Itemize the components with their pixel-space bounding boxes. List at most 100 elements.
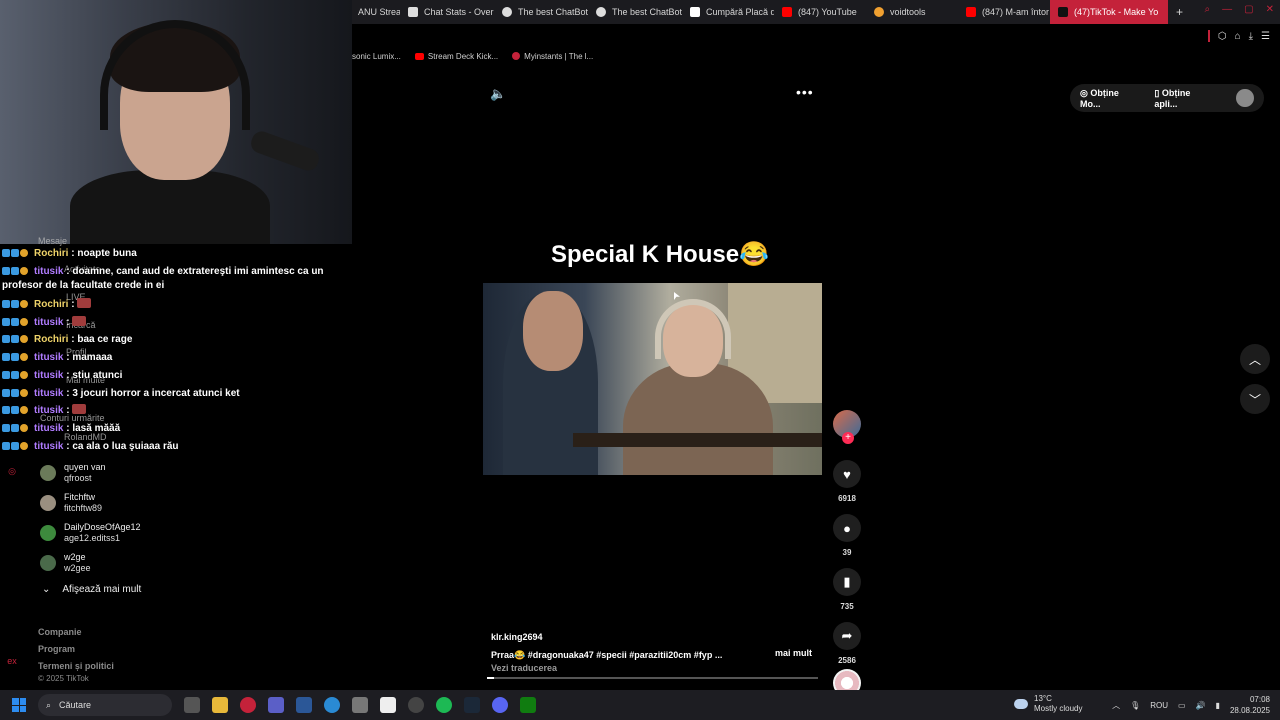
avatar[interactable] bbox=[1236, 89, 1254, 107]
video-description: Prraa😂 #dragonuaka47 #specii #parazitii2… bbox=[491, 650, 723, 660]
chat-badges bbox=[2, 333, 34, 347]
chat-text: : bbox=[71, 299, 75, 310]
obs-icon[interactable] bbox=[408, 697, 424, 713]
search-icon bbox=[874, 7, 884, 17]
youtube-icon bbox=[512, 52, 521, 60]
window-controls: ⌕ — ▢ ✕ bbox=[1205, 4, 1274, 15]
webcam-overlay bbox=[0, 0, 352, 244]
see-translation-link[interactable]: Vezi traducerea bbox=[491, 663, 821, 673]
browser-tab[interactable]: The best ChatBot bbox=[588, 0, 682, 24]
close-icon[interactable]: ✕ bbox=[1266, 4, 1274, 15]
bookmark-item[interactable]: Stream Deck Kick... bbox=[414, 52, 498, 61]
chat-badges bbox=[2, 369, 34, 383]
chat-message: titusik : lasă măăă bbox=[2, 422, 120, 436]
followed-account[interactable]: DailyDoseOfAge12 age12.editss1 bbox=[40, 522, 141, 544]
word-icon[interactable] bbox=[296, 697, 312, 713]
more-options-icon[interactable]: ••• bbox=[796, 84, 814, 100]
like-button[interactable]: ♥ bbox=[833, 460, 861, 488]
footer-link[interactable]: Program bbox=[38, 641, 114, 658]
clock[interactable]: 07:08 28.08.2025 bbox=[1230, 694, 1270, 716]
sidebar-item-messages[interactable]: Mesaje bbox=[38, 236, 67, 246]
browser-tab-active[interactable]: (47)TikTok - Make Yo bbox=[1050, 0, 1168, 24]
discord-icon[interactable] bbox=[492, 697, 508, 713]
chat-username: titusik bbox=[34, 441, 64, 452]
windows-start-icon[interactable] bbox=[12, 698, 26, 712]
sidebar-icon-column: ex bbox=[4, 656, 20, 666]
volume-icon[interactable]: 🔊 bbox=[1196, 701, 1206, 710]
file-explorer-icon[interactable] bbox=[212, 697, 228, 713]
bookmark-icon: ▮ bbox=[843, 574, 851, 589]
next-video-button[interactable]: ﹀ bbox=[1240, 384, 1270, 414]
share-button[interactable]: ➦ bbox=[833, 622, 861, 650]
app-icon[interactable] bbox=[352, 697, 368, 713]
minimize-icon[interactable]: — bbox=[1222, 4, 1232, 15]
followed-account[interactable]: w2ge w2gee bbox=[40, 552, 91, 574]
show-more-button[interactable]: ⌄ Afişează mai mult bbox=[42, 584, 141, 595]
circle-icon[interactable]: ◎ bbox=[8, 466, 16, 476]
video-navigation: ︿ ﹀ bbox=[1240, 344, 1270, 424]
video-player[interactable] bbox=[483, 283, 822, 475]
video-progress-bar[interactable] bbox=[487, 677, 818, 679]
spotify-icon[interactable] bbox=[436, 697, 452, 713]
chat-badges bbox=[2, 404, 34, 418]
chat-message: Rochiri : bbox=[2, 298, 92, 312]
new-tab-button[interactable]: + bbox=[1168, 0, 1191, 24]
chat-message: titusik : ca ala o lua şuiaaa rău bbox=[2, 440, 179, 454]
chat-message: titusik : bbox=[2, 316, 87, 330]
steam-icon[interactable] bbox=[464, 697, 480, 713]
creator-avatar[interactable]: + bbox=[833, 410, 861, 444]
previous-video-button[interactable]: ︿ bbox=[1240, 344, 1270, 374]
video-author[interactable]: klr.king2694 bbox=[491, 632, 821, 642]
volume-icon[interactable]: 🔈 bbox=[490, 86, 506, 102]
browser-tab[interactable]: Chat Stats - Over bbox=[400, 0, 494, 24]
browser-tab[interactable]: The best ChatBot bbox=[494, 0, 588, 24]
chevron-down-icon: ⌄ bbox=[42, 584, 51, 595]
get-coins-button[interactable]: ◎ Obține Mo... bbox=[1080, 88, 1140, 109]
download-icon[interactable]: ⤓ bbox=[1249, 31, 1253, 42]
chat-username: titusik bbox=[34, 352, 64, 363]
language-indicator[interactable]: ROU bbox=[1150, 701, 1168, 710]
save-button[interactable]: ▮ bbox=[833, 568, 861, 596]
comment-button[interactable]: ● bbox=[833, 514, 861, 542]
opera-gx-icon[interactable] bbox=[240, 697, 256, 713]
maximize-icon[interactable]: ▢ bbox=[1244, 4, 1253, 15]
browser-tab[interactable]: (847) M-am întor bbox=[958, 0, 1050, 24]
chat-message: Rochiri : noapte buna bbox=[2, 247, 137, 261]
menu-icon[interactable]: ☰ bbox=[1261, 31, 1270, 42]
battery-icon[interactable]: ▮ bbox=[1216, 701, 1220, 710]
weather-widget[interactable]: 13°C Mostly cloudy bbox=[1014, 694, 1082, 714]
footer-link[interactable]: Companie bbox=[38, 624, 114, 641]
chat-username: titusik bbox=[34, 405, 64, 416]
chat-text: : noapte buna bbox=[71, 248, 137, 259]
teams-icon[interactable] bbox=[268, 697, 284, 713]
followed-account[interactable]: Fitchftw fitchftw89 bbox=[40, 492, 102, 514]
chat-text: : lasă măăă bbox=[66, 423, 121, 434]
bookmark-item[interactable]: sonic Lumix... bbox=[352, 52, 401, 61]
browser-tab[interactable]: ANU Strea bbox=[350, 0, 400, 24]
extensions-icon[interactable]: ⬡ bbox=[1218, 31, 1227, 42]
get-app-button[interactable]: ▯ Obține apli... bbox=[1154, 88, 1214, 109]
followed-account[interactable]: quyen van qfroost bbox=[40, 462, 106, 484]
more-link[interactable]: mai mult bbox=[775, 648, 812, 658]
browser-tab[interactable]: Cumpără Placă d bbox=[682, 0, 774, 24]
share-count: 2586 bbox=[838, 656, 856, 665]
taskbar-search[interactable]: ⌕ Căutare bbox=[38, 694, 172, 716]
browser-tab[interactable]: (847) YouTube bbox=[774, 0, 866, 24]
footer-link[interactable]: Termeni și politici bbox=[38, 658, 114, 675]
account-name: Fitchftw bbox=[64, 492, 96, 502]
edge-icon[interactable] bbox=[324, 697, 340, 713]
store-icon[interactable] bbox=[380, 697, 396, 713]
task-view-icon[interactable] bbox=[184, 697, 200, 713]
account-name: w2ge bbox=[64, 552, 86, 562]
follow-plus-icon[interactable]: + bbox=[842, 432, 854, 444]
chat-message: titusik : stiu atunci bbox=[2, 369, 122, 383]
search-icon[interactable]: ⌕ bbox=[1205, 4, 1211, 15]
lock-icon[interactable]: ⌂ bbox=[1235, 31, 1241, 42]
xbox-icon[interactable] bbox=[520, 697, 536, 713]
browser-tab[interactable]: voidtools bbox=[866, 0, 958, 24]
display-icon[interactable]: ▭ bbox=[1178, 701, 1186, 710]
chevron-up-icon[interactable]: ︿ bbox=[1112, 700, 1120, 711]
search-icon: ⌕ bbox=[46, 699, 52, 710]
bookmark-item[interactable]: Myinstants | The l... bbox=[512, 52, 593, 61]
microphone-icon[interactable]: 🎙 bbox=[1130, 701, 1140, 710]
